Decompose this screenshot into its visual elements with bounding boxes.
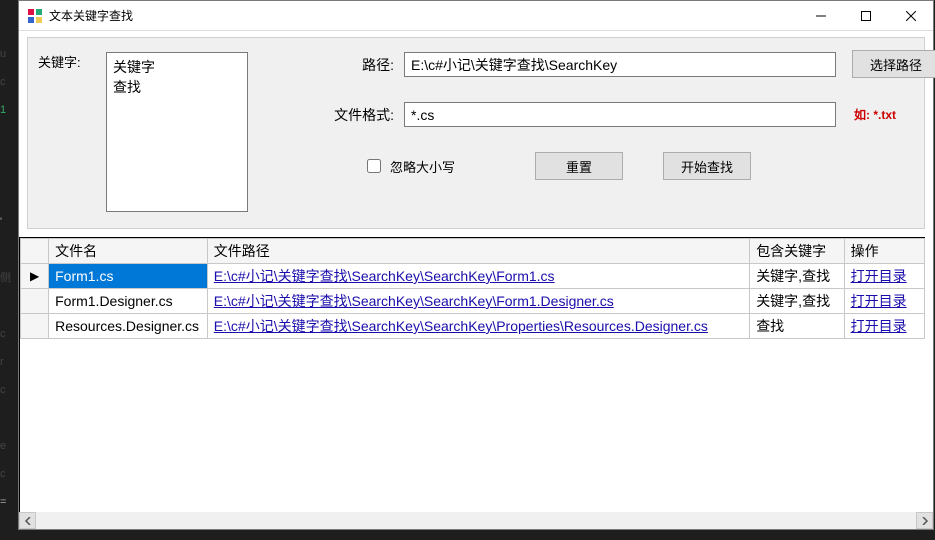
select-path-button[interactable]: 选择路径 [852, 50, 935, 78]
app-icon [27, 8, 43, 24]
filepath-link[interactable]: E:\c#小记\关键字查找\SearchKey\SearchKey\Proper… [214, 318, 708, 334]
cell-filename[interactable]: Resources.Designer.cs [49, 314, 208, 339]
cell-filename[interactable]: Form1.cs [49, 264, 208, 289]
app-window: 文本关键字查找 关键字: 路径: 选择路径 文件格式: 如: *.txt [18, 0, 934, 530]
cell-action[interactable]: 打开目录 [844, 264, 924, 289]
cell-action[interactable]: 打开目录 [844, 289, 924, 314]
cell-filepath[interactable]: E:\c#小记\关键字查找\SearchKey\SearchKey\Proper… [207, 314, 749, 339]
cell-keywords[interactable]: 查找 [750, 314, 844, 339]
file-ext-label: 文件格式: [294, 105, 394, 125]
scroll-track[interactable] [36, 512, 916, 529]
ignore-case-label: 忽略大小写 [390, 157, 455, 176]
maximize-button[interactable] [843, 1, 888, 31]
filepath-link[interactable]: E:\c#小记\关键字查找\SearchKey\SearchKey\Form1.… [214, 293, 614, 309]
results-grid: 文件名 文件路径 包含关键字 操作 ▶ Form1.cs E:\c#小记\关键字查找… [19, 237, 925, 529]
horizontal-scrollbar[interactable] [19, 512, 933, 529]
reset-button[interactable]: 重置 [535, 152, 623, 180]
row-header-corner [21, 239, 49, 264]
search-form: 关键字: 路径: 选择路径 文件格式: 如: *.txt 忽略大小写 重置 开始… [27, 37, 925, 229]
col-header-keywords[interactable]: 包含关键字 [750, 239, 844, 264]
open-folder-link[interactable]: 打开目录 [851, 318, 907, 334]
editor-gutter: uc1 ' 侧 crc ec= [0, 0, 18, 540]
open-folder-link[interactable]: 打开目录 [851, 293, 907, 309]
cell-keywords[interactable]: 关键字,查找 [750, 289, 844, 314]
path-label: 路径: [322, 55, 394, 75]
keywords-label: 关键字: [38, 52, 81, 71]
row-header[interactable] [21, 314, 49, 339]
cell-keywords[interactable]: 关键字,查找 [750, 264, 844, 289]
scroll-left-button[interactable] [19, 512, 36, 529]
path-input[interactable] [404, 52, 836, 77]
row-header[interactable] [21, 289, 49, 314]
window-title: 文本关键字查找 [49, 7, 798, 24]
grid-header-row: 文件名 文件路径 包含关键字 操作 [21, 239, 925, 264]
cell-filepath[interactable]: E:\c#小记\关键字查找\SearchKey\SearchKey\Form1.… [207, 289, 749, 314]
col-header-filename[interactable]: 文件名 [49, 239, 208, 264]
table-row[interactable]: Resources.Designer.cs E:\c#小记\关键字查找\Searc… [21, 314, 925, 339]
open-folder-link[interactable]: 打开目录 [851, 268, 907, 284]
titlebar: 文本关键字查找 [19, 1, 933, 31]
col-header-filepath[interactable]: 文件路径 [207, 239, 749, 264]
close-button[interactable] [888, 1, 933, 31]
table-row[interactable]: Form1.Designer.cs E:\c#小记\关键字查找\SearchKey… [21, 289, 925, 314]
scroll-right-button[interactable] [916, 512, 933, 529]
cell-action[interactable]: 打开目录 [844, 314, 924, 339]
minimize-button[interactable] [798, 1, 843, 31]
cell-filepath[interactable]: E:\c#小记\关键字查找\SearchKey\SearchKey\Form1.… [207, 264, 749, 289]
current-row-indicator-icon: ▶ [30, 269, 39, 283]
col-header-action[interactable]: 操作 [844, 239, 924, 264]
search-button[interactable]: 开始查找 [663, 152, 751, 180]
ignore-case-checkbox[interactable] [367, 159, 381, 173]
ignore-case-checkbox-wrap[interactable]: 忽略大小写 [363, 156, 455, 176]
row-header[interactable]: ▶ [21, 264, 49, 289]
table-row[interactable]: ▶ Form1.cs E:\c#小记\关键字查找\SearchKey\SearchK… [21, 264, 925, 289]
cell-filename[interactable]: Form1.Designer.cs [49, 289, 208, 314]
file-ext-input[interactable] [404, 102, 836, 127]
file-ext-hint: 如: *.txt [854, 106, 896, 123]
keywords-input[interactable] [106, 52, 248, 212]
filepath-link[interactable]: E:\c#小记\关键字查找\SearchKey\SearchKey\Form1.… [214, 268, 555, 284]
